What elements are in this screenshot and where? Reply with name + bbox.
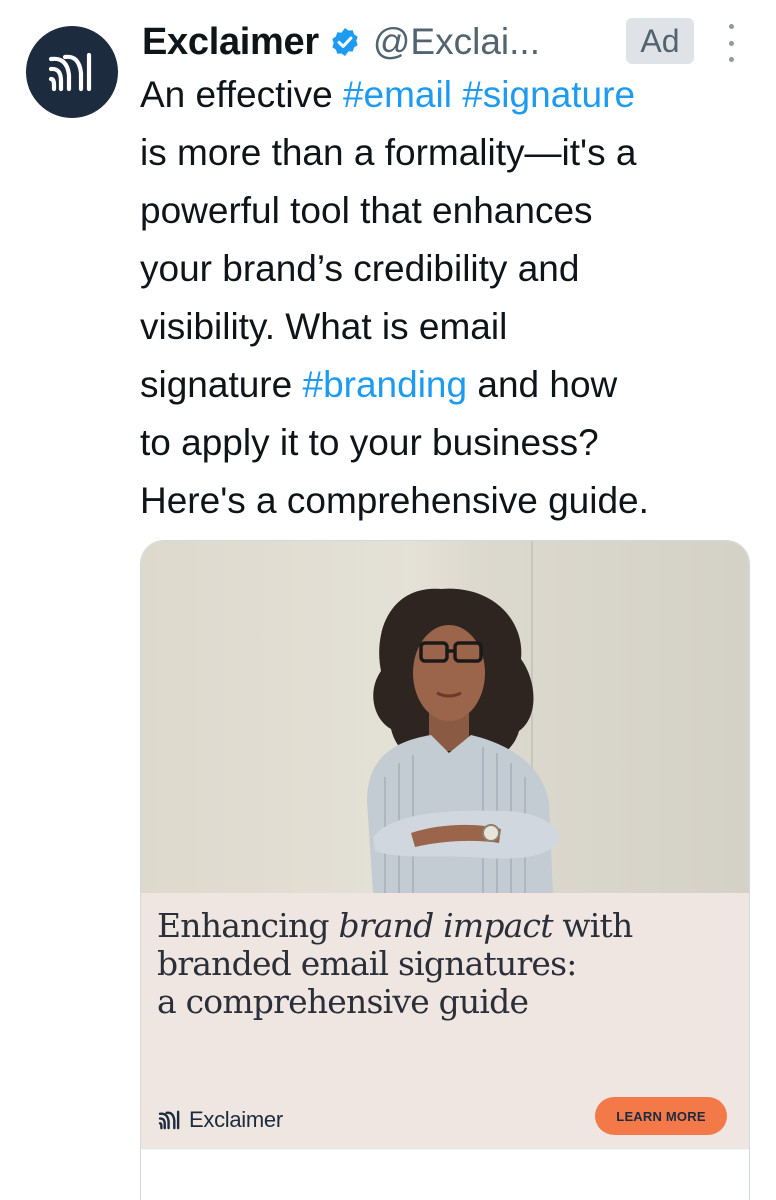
exclaimer-logo-icon: [157, 1109, 183, 1131]
tweet-text-segment: your brand’s credibility and: [140, 248, 580, 289]
tweet-text-segment: signature: [140, 364, 303, 405]
tweet-text-segment: to apply it to your business?: [140, 422, 599, 463]
hashtag-link[interactable]: #signature: [462, 74, 635, 115]
tweet-text-segment: [452, 74, 462, 115]
author-handle[interactable]: @Exclai...: [373, 21, 540, 63]
tweet-text-segment: Here's a comprehensive guide.: [140, 480, 649, 521]
ad-card[interactable]: Enhancing brand impact with branded emai…: [140, 540, 750, 1200]
card-brand-name: Exclaimer: [189, 1107, 283, 1132]
card-title-line-3: a comprehensive guide: [157, 982, 529, 1021]
tweet-text-segment: is more than a formality—it's a: [140, 132, 637, 173]
exclaimer-logo-icon: [48, 52, 92, 92]
tweet-text-segment: An effective: [140, 74, 343, 115]
verified-badge-icon: [329, 26, 361, 58]
tweet-text-line: your brand’s credibility and: [140, 240, 765, 298]
tweet-text-line: Here's a comprehensive guide.: [140, 472, 765, 530]
hashtag-link[interactable]: #branding: [303, 364, 468, 405]
card-title-line-1: Enhancing brand impact with: [157, 906, 633, 945]
learn-more-button[interactable]: LEARN MORE: [595, 1097, 727, 1135]
tweet-text-segment: visibility. What is email: [140, 306, 508, 347]
tweet-text-line: An effective #email #signature: [140, 66, 765, 124]
card-image[interactable]: [141, 541, 749, 893]
tweet-text-line: visibility. What is email: [140, 298, 765, 356]
tweet-text-segment: powerful tool that enhances: [140, 190, 593, 231]
tweet-text: An effective #email #signature is more th…: [140, 66, 765, 530]
card-footer[interactable]: [141, 1149, 749, 1200]
card-brand: Exclaimer: [157, 1105, 283, 1135]
card-title: Enhancing brand impact with branded emai…: [157, 907, 717, 1021]
card-title-line-2: branded email signatures:: [157, 944, 577, 983]
tweet-text-segment: and how: [467, 364, 618, 405]
author-name[interactable]: Exclaimer: [142, 21, 319, 64]
tweet-text-line: to apply it to your business?: [140, 414, 765, 472]
author-avatar[interactable]: [26, 26, 118, 118]
card-banner[interactable]: Enhancing brand impact with branded emai…: [141, 893, 749, 1149]
tweet-text-line: powerful tool that enhances: [140, 182, 765, 240]
more-dots-icon[interactable]: [720, 24, 742, 62]
ad-badge: Ad: [626, 18, 694, 64]
promoted-tweet[interactable]: Exclaimer @Exclai... Ad An effective #em…: [0, 0, 776, 1200]
tweet-text-line: is more than a formality—it's a: [140, 124, 765, 182]
tweet-text-line: signature #branding and how: [140, 356, 765, 414]
hashtag-link[interactable]: #email: [343, 74, 452, 115]
